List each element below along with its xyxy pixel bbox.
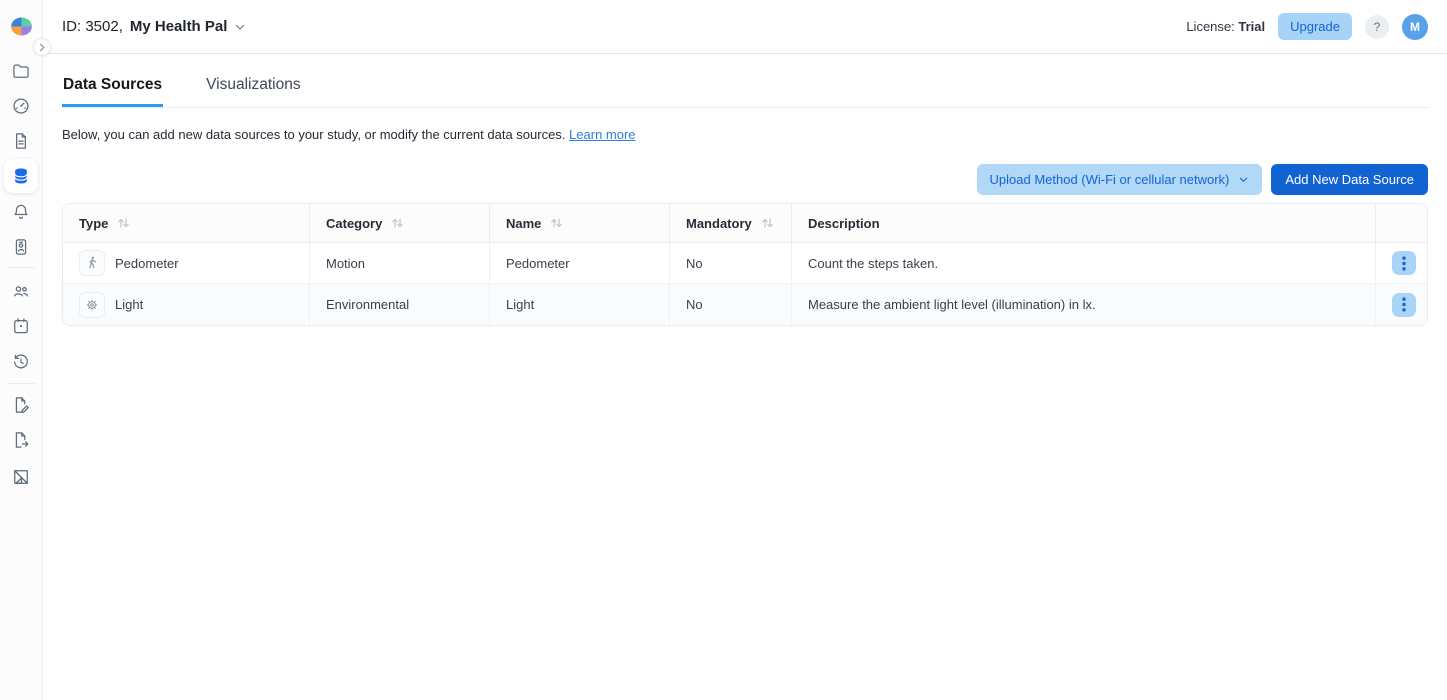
app-logo-icon bbox=[9, 14, 34, 39]
folder-icon bbox=[11, 61, 31, 81]
sidebar-item-data-sources[interactable] bbox=[4, 159, 38, 193]
row-actions-button[interactable] bbox=[1392, 251, 1416, 275]
license-text: License: Trial bbox=[1186, 19, 1265, 34]
sidebar-divider bbox=[8, 383, 35, 384]
cell-mandatory: No bbox=[670, 243, 792, 284]
cell-type: Pedometer bbox=[63, 243, 310, 284]
id-badge-icon bbox=[11, 237, 31, 257]
intro-sentence: Below, you can add new data sources to y… bbox=[62, 127, 565, 142]
dashboard-gauge-icon bbox=[11, 96, 31, 116]
chevron-down-icon bbox=[1238, 174, 1249, 185]
study-name: My Health Pal bbox=[130, 18, 228, 35]
users-icon bbox=[11, 281, 31, 301]
sidebar-item-participant-device[interactable] bbox=[11, 237, 31, 257]
sidebar bbox=[0, 0, 43, 700]
cell-actions bbox=[1376, 284, 1428, 325]
help-button[interactable]: ? bbox=[1365, 15, 1389, 39]
data-sources-table: Type Category Name Mandatory Description bbox=[62, 203, 1428, 326]
toolbar: Upload Method (Wi-Fi or cellular network… bbox=[62, 164, 1428, 195]
upgrade-button[interactable]: Upgrade bbox=[1278, 13, 1352, 40]
sidebar-item-history[interactable] bbox=[11, 352, 31, 372]
document-export-icon bbox=[11, 430, 31, 450]
cell-category: Environmental bbox=[310, 284, 490, 325]
license-label: License: bbox=[1186, 19, 1234, 34]
bell-icon bbox=[11, 202, 31, 222]
intro-text: Below, you can add new data sources to y… bbox=[62, 127, 1428, 142]
content: Data Sources Visualizations Below, you c… bbox=[43, 54, 1447, 700]
sidebar-item-dashboard[interactable] bbox=[11, 96, 31, 116]
column-label: Mandatory bbox=[686, 216, 752, 231]
document-edit-icon bbox=[11, 395, 31, 415]
cell-type: Light bbox=[63, 284, 310, 325]
sidebar-item-schedule[interactable] bbox=[11, 316, 31, 336]
table-row: Pedometer Motion Pedometer No Count the … bbox=[63, 243, 1428, 284]
cell-category: Motion bbox=[310, 243, 490, 284]
kebab-menu-icon bbox=[1402, 297, 1406, 312]
upload-method-dropdown[interactable]: Upload Method (Wi-Fi or cellular network… bbox=[977, 164, 1263, 195]
type-icon-box bbox=[79, 250, 105, 276]
column-header-description: Description bbox=[792, 204, 1376, 243]
gear-icon bbox=[84, 297, 100, 313]
add-new-data-source-button[interactable]: Add New Data Source bbox=[1271, 164, 1428, 195]
sidebar-item-folder[interactable] bbox=[11, 61, 31, 81]
column-label: Description bbox=[808, 216, 880, 231]
sidebar-divider bbox=[8, 267, 35, 268]
upload-method-label: Upload Method (Wi-Fi or cellular network… bbox=[990, 172, 1230, 187]
sidebar-item-design[interactable] bbox=[11, 467, 31, 487]
column-header-category[interactable]: Category bbox=[310, 204, 490, 243]
study-switcher[interactable]: ID: 3502, My Health Pal bbox=[62, 18, 246, 35]
column-header-mandatory[interactable]: Mandatory bbox=[670, 204, 792, 243]
main-area: ID: 3502, My Health Pal License: Trial U… bbox=[43, 0, 1447, 700]
sidebar-item-documents[interactable] bbox=[11, 131, 31, 151]
cell-description: Count the steps taken. bbox=[792, 243, 1376, 284]
kebab-menu-icon bbox=[1402, 256, 1406, 271]
column-header-type[interactable]: Type bbox=[63, 204, 310, 243]
walking-person-icon bbox=[84, 255, 100, 271]
chevron-down-icon bbox=[234, 21, 246, 33]
license-value: Trial bbox=[1238, 19, 1265, 34]
cell-name: Light bbox=[490, 284, 670, 325]
study-id: ID: 3502, bbox=[62, 18, 123, 35]
sort-icon bbox=[761, 217, 774, 229]
sidebar-item-consent-editor[interactable] bbox=[11, 395, 31, 415]
design-icon bbox=[11, 467, 31, 487]
learn-more-link[interactable]: Learn more bbox=[569, 127, 635, 142]
sort-icon bbox=[391, 217, 404, 229]
app-root: ID: 3502, My Health Pal License: Trial U… bbox=[0, 0, 1447, 700]
column-label: Name bbox=[506, 216, 541, 231]
row-actions-button[interactable] bbox=[1392, 293, 1416, 317]
type-label: Light bbox=[115, 297, 143, 312]
column-header-actions bbox=[1376, 204, 1428, 243]
table-row: Light Environmental Light No Measure the… bbox=[63, 284, 1428, 325]
database-icon bbox=[11, 166, 31, 186]
document-icon bbox=[11, 131, 31, 151]
cell-actions bbox=[1376, 243, 1428, 284]
column-label: Category bbox=[326, 216, 382, 231]
column-label: Type bbox=[79, 216, 108, 231]
sidebar-item-export[interactable] bbox=[11, 430, 31, 450]
column-header-name[interactable]: Name bbox=[490, 204, 670, 243]
calendar-icon bbox=[11, 316, 31, 336]
topbar: ID: 3502, My Health Pal License: Trial U… bbox=[43, 0, 1447, 54]
type-icon-box bbox=[79, 292, 105, 318]
tab-visualizations[interactable]: Visualizations bbox=[205, 69, 302, 107]
sidebar-item-participants[interactable] bbox=[11, 281, 31, 301]
topbar-right: License: Trial Upgrade ? M bbox=[1186, 13, 1428, 40]
tab-bar: Data Sources Visualizations bbox=[62, 69, 1428, 108]
chevron-right-icon bbox=[38, 43, 47, 52]
sort-icon bbox=[117, 217, 130, 229]
avatar[interactable]: M bbox=[1402, 14, 1428, 40]
table-header-row: Type Category Name Mandatory Description bbox=[63, 204, 1428, 243]
cell-mandatory: No bbox=[670, 284, 792, 325]
cell-name: Pedometer bbox=[490, 243, 670, 284]
cell-description: Measure the ambient light level (illumin… bbox=[792, 284, 1376, 325]
type-label: Pedometer bbox=[115, 256, 179, 271]
sidebar-expand-button[interactable] bbox=[33, 38, 51, 56]
history-icon bbox=[11, 352, 31, 372]
tab-data-sources[interactable]: Data Sources bbox=[62, 69, 163, 107]
sidebar-item-notifications[interactable] bbox=[11, 202, 31, 222]
sort-icon bbox=[550, 217, 563, 229]
